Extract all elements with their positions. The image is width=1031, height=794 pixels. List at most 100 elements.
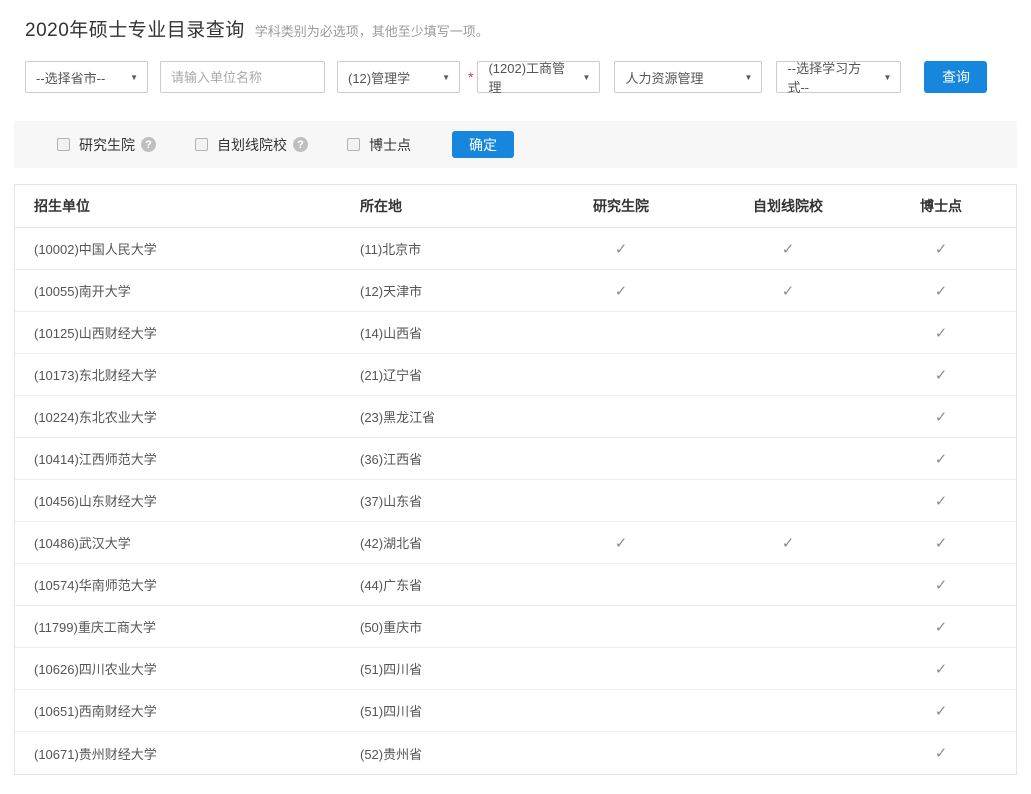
checkbox-item-phd[interactable]: 博士点 (347, 135, 411, 155)
confirm-button[interactable]: 确定 (452, 131, 514, 158)
cell-unit: (10574)华南师范大学 (15, 575, 341, 594)
check-icon: ✓ (615, 283, 628, 300)
cell-location: (11)北京市 (341, 239, 534, 258)
search-button[interactable]: 查询 (924, 61, 987, 93)
cell-phd: ✓ (868, 702, 1014, 720)
province-select-value: --选择省市-- (36, 68, 105, 87)
page: 2020年硕士专业目录查询 学科类别为必选项，其他至少填写一项。 --选择省市-… (0, 15, 1031, 775)
cell-grad-school: ✓ (534, 282, 708, 300)
cell-location: (51)四川省 (341, 701, 534, 720)
table-body: (10002)中国人民大学(11)北京市✓✓✓(10055)南开大学(12)天津… (15, 228, 1016, 774)
cell-unit: (11799)重庆工商大学 (15, 617, 341, 636)
cell-unit: (10671)贵州财经大学 (15, 744, 341, 763)
cell-self-line: ✓ (708, 282, 868, 300)
table-header-row: 招生单位 所在地 研究生院 自划线院校 博士点 (15, 185, 1016, 228)
cell-location: (42)湖北省 (341, 533, 534, 552)
category-select[interactable]: (12)管理学 ▼ (337, 61, 460, 93)
cell-phd: ✓ (868, 618, 1014, 636)
cell-location: (36)江西省 (341, 449, 534, 468)
chevron-down-icon: ▼ (130, 73, 138, 82)
cell-unit: (10224)东北农业大学 (15, 407, 341, 426)
check-icon: ✓ (615, 241, 628, 258)
unit-name-input[interactable] (160, 61, 325, 93)
study-mode-select-value: --选择学习方式-- (787, 58, 877, 96)
cell-unit: (10486)武汉大学 (15, 533, 341, 552)
chevron-down-icon: ▼ (583, 73, 591, 82)
grad-school-checkbox[interactable] (57, 138, 70, 151)
table-row: (10626)四川农业大学(51)四川省✓ (15, 648, 1016, 690)
check-icon: ✓ (935, 283, 948, 300)
chevron-down-icon: ▼ (884, 73, 892, 82)
check-icon: ✓ (935, 325, 948, 342)
cell-location: (44)广东省 (341, 575, 534, 594)
required-asterisk: * (468, 61, 473, 93)
check-icon: ✓ (935, 577, 948, 594)
phd-checkbox[interactable] (347, 138, 360, 151)
check-icon: ✓ (935, 451, 948, 468)
table-row: (10224)东北农业大学(23)黑龙江省✓ (15, 396, 1016, 438)
table-row: (10414)江西师范大学(36)江西省 ✓ (15, 438, 1016, 480)
cell-unit: (10125)山西财经大学 (15, 323, 341, 342)
check-icon: ✓ (935, 367, 948, 384)
page-title: 2020年硕士专业目录查询 (25, 15, 245, 42)
major-select-value: 人力资源管理 (625, 68, 703, 87)
cell-unit: (10173)东北财经大学 (15, 365, 341, 384)
help-icon[interactable]: ? (293, 137, 308, 152)
cell-phd: ✓ (868, 282, 1014, 300)
column-header-grad-school: 研究生院 (534, 196, 708, 216)
cell-phd: ✓ (868, 534, 1014, 552)
cell-self-line: ✓ (708, 534, 868, 552)
cell-grad-school: ✓ (534, 534, 708, 552)
cell-phd: ✓ (868, 660, 1014, 678)
cell-location: (37)山东省 (341, 491, 534, 510)
study-mode-select[interactable]: --选择学习方式-- ▼ (776, 61, 901, 93)
table-row: (10125)山西财经大学(14)山西省 ✓ (15, 312, 1016, 354)
column-header-self-line: 自划线院校 (708, 196, 868, 216)
check-icon: ✓ (935, 241, 948, 258)
cell-location: (21)辽宁省 (341, 365, 534, 384)
province-select[interactable]: --选择省市-- ▼ (25, 61, 148, 93)
cell-phd: ✓ (868, 744, 1014, 762)
check-icon: ✓ (935, 703, 948, 720)
cell-phd: ✓ (868, 324, 1014, 342)
column-header-phd: 博士点 (868, 196, 1014, 216)
check-icon: ✓ (615, 535, 628, 552)
category-select-value: (12)管理学 (348, 68, 410, 87)
table-row: (10002)中国人民大学(11)北京市✓✓✓ (15, 228, 1016, 270)
grad-school-checkbox-label: 研究生院 (79, 135, 135, 155)
cell-phd: ✓ (868, 576, 1014, 594)
checkbox-bar: 研究生院 ? 自划线院校 ? 博士点 确定 (14, 121, 1017, 168)
table-row: (11799)重庆工商大学(50)重庆市 ✓ (15, 606, 1016, 648)
check-icon: ✓ (935, 745, 948, 762)
table-row: (10574)华南师范大学(44)广东省 ✓ (15, 564, 1016, 606)
self-line-checkbox[interactable] (195, 138, 208, 151)
help-icon[interactable]: ? (141, 137, 156, 152)
table-row: (10055)南开大学(12)天津市✓✓✓ (15, 270, 1016, 312)
check-icon: ✓ (782, 241, 795, 258)
discipline-select[interactable]: (1202)工商管理 ▼ (477, 61, 600, 93)
cell-unit: (10414)江西师范大学 (15, 449, 341, 468)
cell-location: (52)贵州省 (341, 744, 534, 763)
cell-self-line: ✓ (708, 240, 868, 258)
cell-unit: (10626)四川农业大学 (15, 659, 341, 678)
cell-phd: ✓ (868, 366, 1014, 384)
table-row: (10651)西南财经大学(51)四川省 ✓ (15, 690, 1016, 732)
cell-location: (50)重庆市 (341, 617, 534, 636)
table-row: (10173)东北财经大学(21)辽宁省 ✓ (15, 354, 1016, 396)
chevron-down-icon: ▼ (442, 73, 450, 82)
cell-unit: (10456)山东财经大学 (15, 491, 341, 510)
major-select[interactable]: 人力资源管理 ▼ (614, 61, 762, 93)
column-header-unit: 招生单位 (15, 196, 341, 216)
cell-unit: (10651)西南财经大学 (15, 701, 341, 720)
cell-location: (14)山西省 (341, 323, 534, 342)
checkbox-item-grad-school[interactable]: 研究生院 ? (57, 135, 156, 155)
check-icon: ✓ (782, 535, 795, 552)
results-table: 招生单位 所在地 研究生院 自划线院校 博士点 (10002)中国人民大学(11… (14, 184, 1017, 775)
check-icon: ✓ (935, 493, 948, 510)
filter-bar: --选择省市-- ▼ (12)管理学 ▼ * (1202)工商管理 ▼ 人力资源… (25, 61, 1017, 93)
cell-phd: ✓ (868, 492, 1014, 510)
discipline-select-value: (1202)工商管理 (488, 58, 576, 96)
checkbox-item-self-line[interactable]: 自划线院校 ? (195, 135, 308, 155)
column-header-location: 所在地 (341, 196, 534, 216)
chevron-down-icon: ▼ (745, 73, 753, 82)
